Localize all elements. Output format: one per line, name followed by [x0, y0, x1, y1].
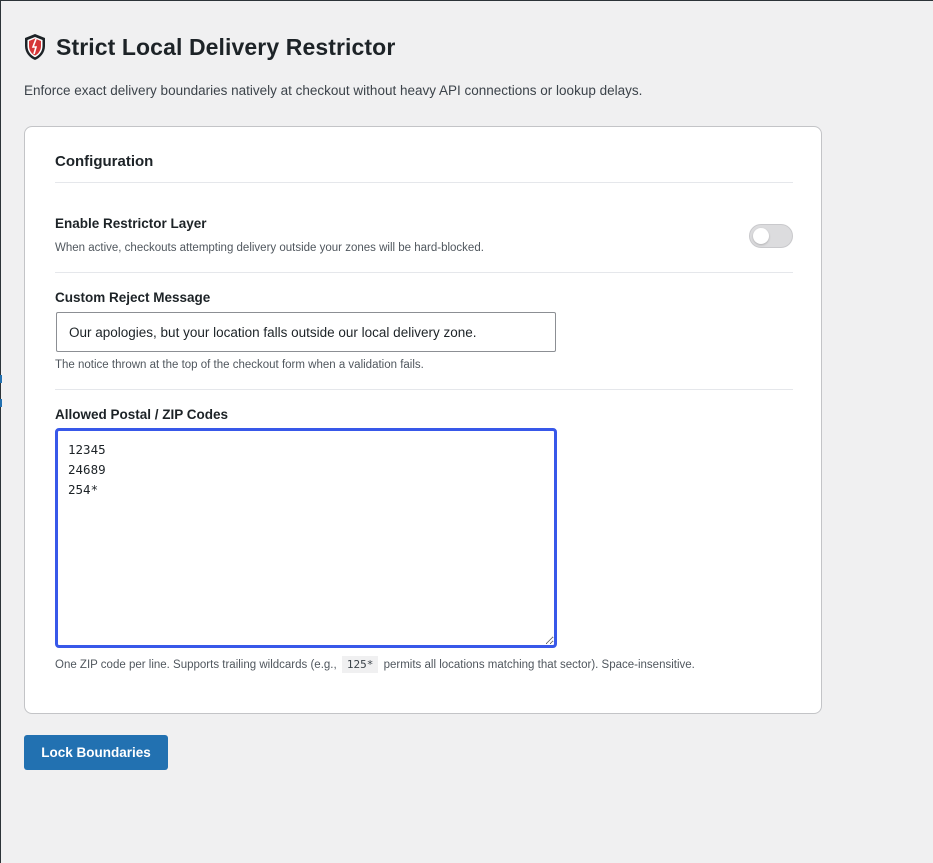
edge-indicator [0, 375, 2, 383]
reject-message-label: Custom Reject Message [55, 290, 211, 305]
zip-codes-textarea[interactable] [55, 428, 557, 648]
shield-icon [23, 33, 47, 61]
zip-codes-help: One ZIP code per line. Supports trailing… [55, 656, 695, 673]
admin-page: Strict Local Delivery Restrictor Enforce… [0, 0, 933, 863]
zip-help-text-end: permits all locations matching that sect… [383, 659, 695, 671]
divider [55, 182, 793, 183]
zip-codes-label: Allowed Postal / ZIP Codes [55, 407, 229, 422]
reject-message-help: The notice thrown at the top of the chec… [55, 359, 424, 371]
toggle-knob [753, 228, 769, 244]
enable-restrictor-toggle[interactable] [749, 224, 793, 248]
divider [55, 272, 793, 273]
lock-boundaries-button[interactable]: Lock Boundaries [24, 735, 168, 770]
zip-help-text: One ZIP code per line. Supports trailing… [55, 659, 337, 671]
page-subtitle: Enforce exact delivery boundaries native… [24, 83, 643, 98]
enable-restrictor-help: When active, checkouts attempting delive… [55, 242, 484, 254]
page-header: Strict Local Delivery Restrictor [23, 33, 395, 61]
enable-restrictor-label: Enable Restrictor Layer [55, 216, 207, 231]
section-title: Configuration [55, 153, 154, 170]
wildcard-example: 125* [341, 656, 379, 673]
divider [55, 389, 793, 390]
edge-indicator [0, 399, 2, 407]
reject-message-input[interactable] [56, 312, 556, 352]
configuration-card: Configuration Enable Restrictor Layer Wh… [24, 126, 822, 714]
page-title: Strict Local Delivery Restrictor [56, 33, 396, 60]
